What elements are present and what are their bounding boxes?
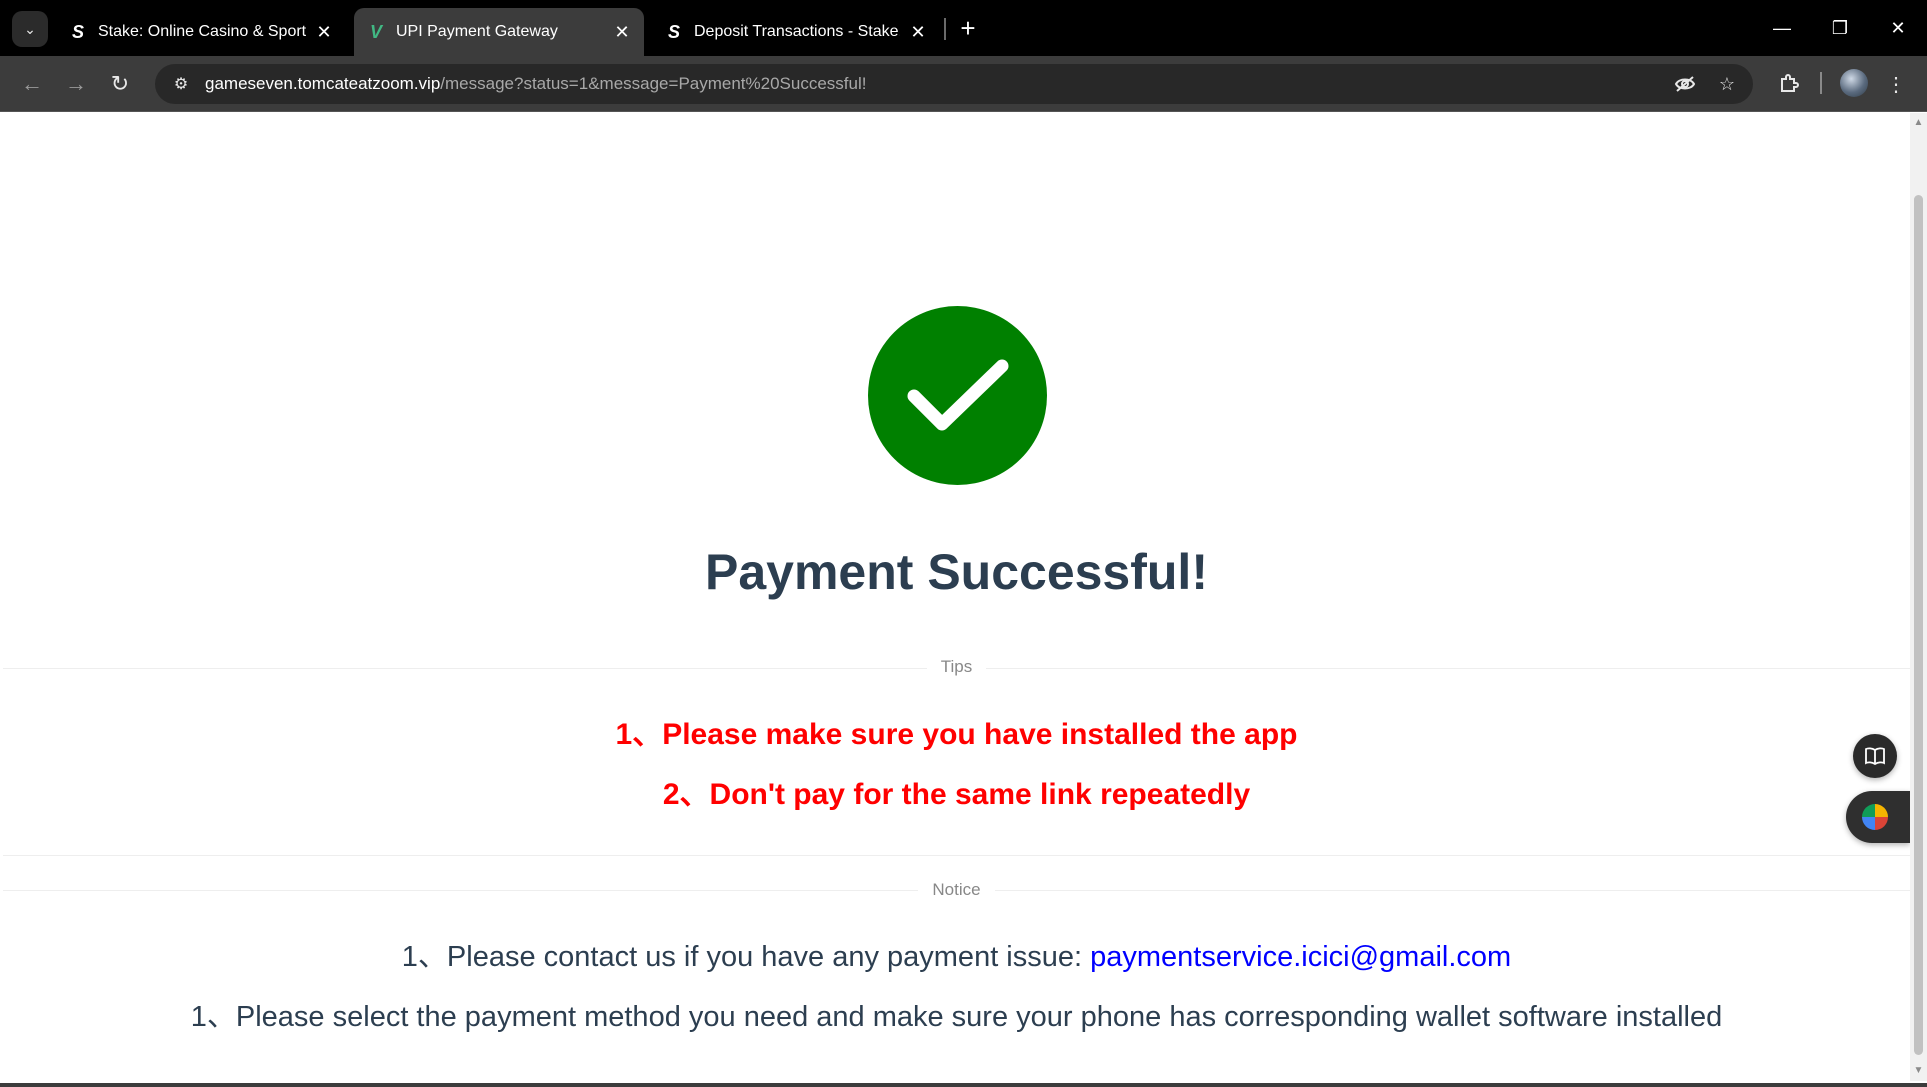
back-arrow-icon[interactable]: ← [16,68,48,100]
support-email-link[interactable]: paymentservice.icici@gmail.com [1090,941,1511,973]
stake-favicon-icon: S [667,21,680,42]
tips-label-text: Tips [926,657,987,676]
extension-logo-icon [1862,804,1888,830]
stake-favicon-icon: S [71,21,84,42]
tip-item: 1、Please make sure you have installed th… [615,718,1298,751]
kebab-menu-icon[interactable]: ⋮ [1880,68,1912,100]
toolbar-divider [1820,72,1822,94]
scroll-down-icon[interactable]: ▼ [1913,1065,1924,1076]
new-tab-button[interactable]: + [952,12,984,44]
tab-strip: ⌄ S Stake: Online Casino & Sports B ✕ V … [0,0,1927,56]
notice-contact-text: 1、Please contact us if you have any paym… [401,941,1091,973]
tip-item: 2、Don't pay for the same link repeatedly [662,778,1251,811]
scroll-thumb[interactable] [1914,195,1923,1055]
puzzle-icon[interactable] [1773,68,1805,100]
address-bar[interactable]: ⚙ gameseven.tomcateatzoom.vip/message?st… [155,64,1753,104]
page-title: Payment Successful! [705,544,1208,600]
notice-label-text: Notice [918,880,995,899]
close-icon[interactable]: ✕ [314,22,334,43]
tab-title: Deposit Transactions - Stake.co [694,23,900,40]
minimize-icon[interactable]: — [1762,12,1802,44]
restore-icon[interactable]: ❐ [1820,12,1860,44]
window-close-icon[interactable]: ✕ [1878,12,1918,44]
notice-item: 1、Please select the payment method you n… [190,1001,1723,1033]
url-text[interactable]: gameseven.tomcateatzoom.vip/message?stat… [205,74,866,94]
window-bottom-border [0,1083,1927,1087]
url-path: /message?status=1&message=Payment%20Succ… [440,74,867,93]
url-host: gameseven.tomcateatzoom.vip [205,74,441,93]
tab-search-button[interactable]: ⌄ [12,11,48,47]
notice-contact: 1、Please contact us if you have any paym… [3,933,1910,975]
tab-separator [944,18,946,40]
success-check-icon [868,306,1047,485]
close-icon[interactable]: ✕ [612,22,632,43]
extension-widget-button[interactable] [1846,791,1910,843]
tab-deposit-transactions[interactable]: S Deposit Transactions - Stake.co ✕ [652,8,940,56]
notice-label: Notice [3,880,1910,900]
vertical-scrollbar[interactable]: ▲ ▼ [1910,113,1927,1081]
eye-off-icon[interactable] [1669,68,1701,100]
chevron-down-icon: ⌄ [24,20,36,37]
profile-avatar[interactable] [1840,69,1868,97]
browser-toolbar: ← → ↻ ⚙ gameseven.tomcateatzoom.vip/mess… [0,56,1927,112]
tab-title: Stake: Online Casino & Sports B [98,23,306,40]
reload-icon[interactable]: ↻ [104,68,136,100]
forward-arrow-icon[interactable]: → [60,68,92,100]
vue-favicon-icon: V [369,21,382,42]
tune-icon[interactable]: ⚙ [165,74,197,94]
tips-label: Tips [3,657,1910,677]
scroll-up-icon[interactable]: ▲ [1913,117,1924,128]
tab-title: UPI Payment Gateway [396,23,558,40]
section-divider [3,855,1910,856]
star-icon[interactable]: ☆ [1711,68,1743,100]
close-icon[interactable]: ✕ [908,22,928,43]
tab-stake-casino[interactable]: S Stake: Online Casino & Sports B ✕ [56,8,346,56]
tab-upi-payment-gateway[interactable]: V UPI Payment Gateway ✕ [354,8,644,56]
page-content: Payment Successful! Tips 1、Please make s… [3,113,1910,1081]
reading-mode-icon[interactable] [1853,734,1897,778]
